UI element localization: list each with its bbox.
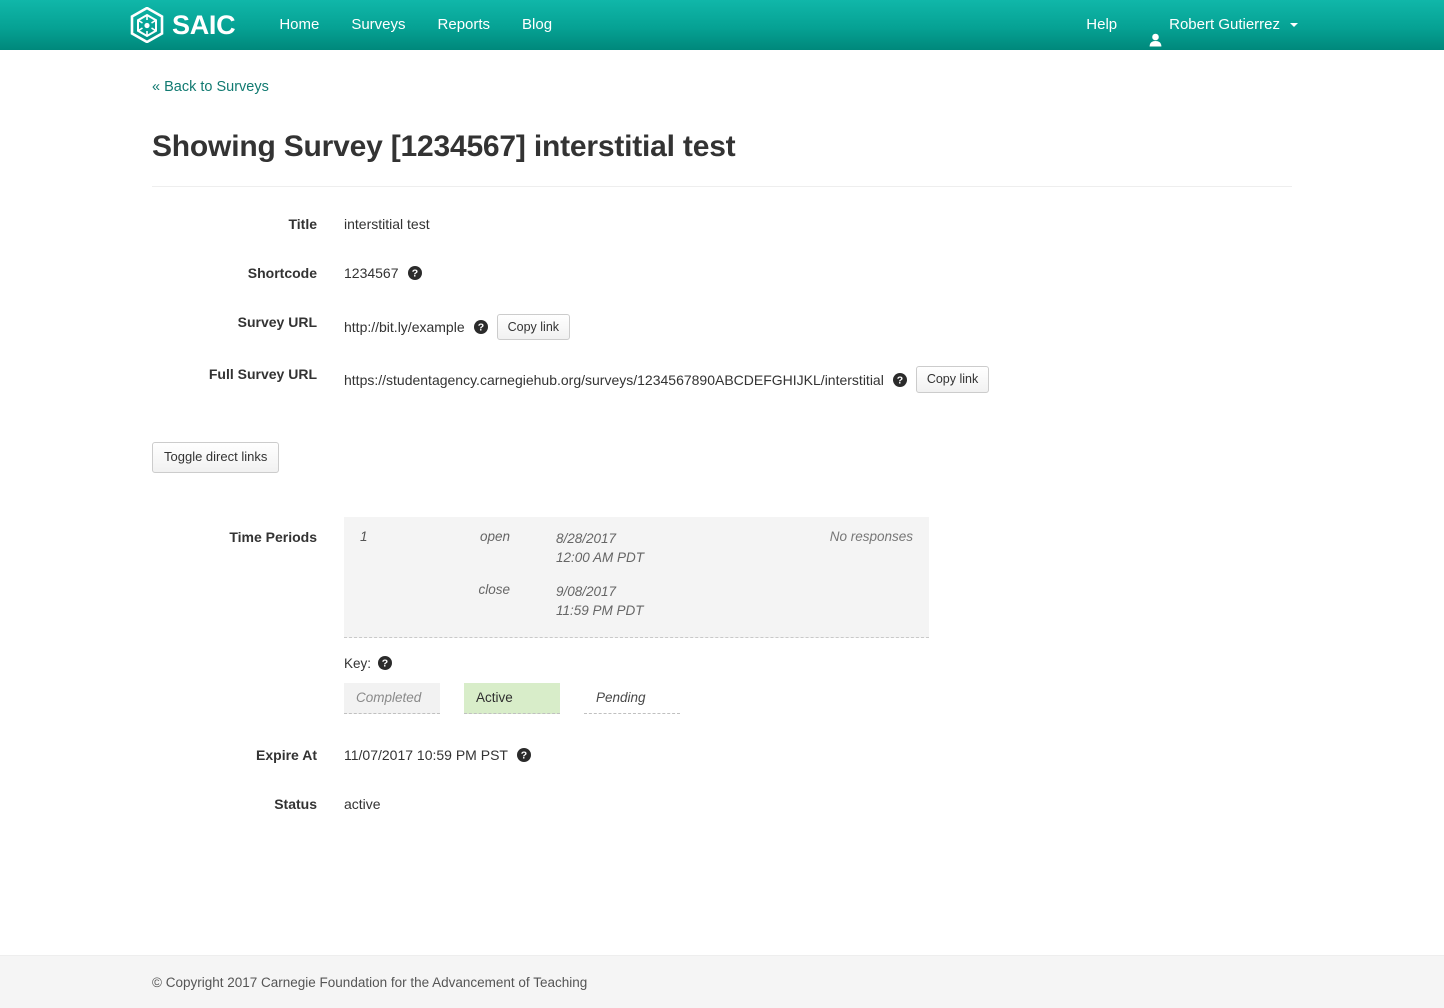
time-period-close-line: close 9/08/2017 11:59 PM PDT — [360, 582, 913, 621]
user-menu[interactable]: Robert Gutierrez — [1133, 0, 1302, 50]
field-value-full-survey-url: https://studentagency.carnegiehub.org/su… — [344, 371, 884, 388]
primary-nav: Home Surveys Reports Blog — [263, 0, 568, 50]
nav-item-surveys[interactable]: Surveys — [335, 0, 421, 50]
field-value-shortcode: 1234567 — [344, 265, 399, 281]
time-periods-row: Time Periods No responses 1 open 8/28/20… — [152, 516, 1292, 638]
svg-text:?: ? — [897, 374, 903, 386]
field-label-expire-at: Expire At — [256, 746, 317, 763]
field-value-status: active — [344, 795, 381, 812]
svg-text:?: ? — [477, 322, 483, 334]
field-value-survey-url: http://bit.ly/example — [344, 319, 465, 336]
field-value-title: interstitial test — [344, 216, 430, 232]
key-chip-list: Completed Active Pending — [344, 682, 680, 714]
field-row-expire-at: Expire At 11/07/2017 10:59 PM PST ? — [152, 740, 1292, 770]
time-period-open-label: open — [479, 528, 510, 544]
key-row: Key: ? Completed Active Pending — [152, 656, 1292, 714]
key-caption-label: Key: — [344, 655, 372, 671]
key-body: Key: ? Completed Active Pending — [317, 656, 680, 714]
field-value-status-group: active — [317, 789, 381, 812]
field-value-expire-at: 11/07/2017 10:59 PM PST — [344, 746, 508, 763]
key-label-spacer — [152, 656, 317, 714]
copy-link-button-full-survey-url[interactable]: Copy link — [915, 366, 990, 393]
field-value-title-group: interstitial test — [317, 209, 430, 232]
key-chip-active: Active — [464, 682, 560, 714]
caret-down-icon — [1290, 23, 1298, 27]
nav-item-help[interactable]: Help — [1070, 0, 1133, 50]
help-circle-icon[interactable]: ? — [473, 320, 488, 335]
field-value-survey-url-group: http://bit.ly/example ? Copy link — [317, 307, 571, 341]
time-periods-label: Time Periods — [229, 528, 317, 545]
footer-copyright: © Copyright 2017 Carnegie Foundation for… — [152, 974, 588, 990]
survey-details-list: Title interstitial test Shortcode 123456… — [152, 209, 1292, 393]
key-chip-completed: Completed — [344, 682, 440, 714]
field-label-status: Status — [274, 795, 317, 812]
time-period-close-datetime: 9/08/2017 11:59 PM PDT — [510, 582, 644, 621]
time-period-close-time: 11:59 PM PDT — [556, 603, 644, 619]
field-value-shortcode-group: 1234567 ? — [317, 258, 422, 281]
time-period-responses: No responses — [829, 528, 913, 544]
brand-logo-link[interactable]: SAIC — [130, 6, 236, 44]
key-chip-pending: Pending — [584, 683, 680, 714]
help-circle-icon[interactable]: ? — [378, 656, 393, 671]
nav-item-home[interactable]: Home — [263, 0, 335, 50]
field-value-expire-at-group: 11/07/2017 10:59 PM PST ? — [317, 740, 531, 763]
copy-link-button-survey-url[interactable]: Copy link — [496, 314, 571, 341]
field-row-survey-url: Survey URL http://bit.ly/example ? Copy … — [152, 307, 1292, 341]
page-container: « Back to Surveys Showing Survey [123456… — [0, 50, 1444, 819]
svg-text:?: ? — [521, 750, 527, 762]
user-name-label: Robert Gutierrez — [1169, 16, 1280, 33]
navbar-right-group: Help Robert Gutierrez — [1070, 0, 1302, 50]
field-row-shortcode: Shortcode 1234567 ? — [152, 258, 1292, 288]
time-period-index: 1 — [360, 528, 368, 544]
help-circle-icon[interactable]: ? — [407, 266, 422, 280]
brand-text: SAIC — [172, 9, 236, 40]
field-row-full-survey-url: Full Survey URL https://studentagency.ca… — [152, 359, 1292, 393]
time-period-close-label: close — [478, 581, 510, 597]
time-period-open-datetime: 8/28/2017 12:00 AM PDT — [510, 529, 644, 568]
field-label-title: Title — [288, 216, 317, 232]
svg-text:?: ? — [382, 658, 388, 670]
time-periods-panel-wrap: No responses 1 open 8/28/2017 12:00 AM P… — [317, 516, 929, 638]
field-label-full-survey-url: Full Survey URL — [208, 366, 317, 383]
title-divider — [152, 186, 1292, 187]
nav-item-reports[interactable]: Reports — [422, 0, 507, 50]
top-navbar: SAIC Home Surveys Reports Blog Help Robe… — [0, 0, 1444, 50]
field-value-full-survey-url-group: https://studentagency.carnegiehub.org/su… — [317, 359, 990, 393]
person-icon — [1149, 18, 1162, 47]
time-period-entry: No responses 1 open 8/28/2017 12:00 AM P… — [344, 516, 929, 638]
nav-item-blog[interactable]: Blog — [506, 0, 568, 50]
toggle-direct-links-button[interactable]: Toggle direct links — [152, 441, 280, 473]
hexagon-logo-icon — [130, 6, 164, 44]
back-to-surveys-link[interactable]: « Back to Surveys — [152, 79, 269, 95]
time-period-open-time: 12:00 AM PDT — [556, 550, 645, 566]
page-footer: © Copyright 2017 Carnegie Foundation for… — [0, 955, 1444, 1008]
bottom-details-list: Expire At 11/07/2017 10:59 PM PST ? Stat… — [152, 740, 1292, 819]
help-circle-icon[interactable]: ? — [516, 747, 531, 762]
time-period-close-date: 9/08/2017 — [556, 583, 617, 599]
time-period-open-date: 8/28/2017 — [556, 530, 617, 546]
help-circle-icon[interactable]: ? — [892, 372, 907, 387]
page-title: Showing Survey [1234567] interstitial te… — [152, 130, 736, 163]
svg-text:?: ? — [411, 268, 417, 280]
key-caption: Key: ? — [344, 656, 680, 671]
field-row-title: Title interstitial test — [152, 209, 1292, 239]
field-row-status: Status active — [152, 789, 1292, 819]
field-label-survey-url: Survey URL — [237, 314, 317, 330]
field-label-shortcode: Shortcode — [247, 265, 317, 281]
